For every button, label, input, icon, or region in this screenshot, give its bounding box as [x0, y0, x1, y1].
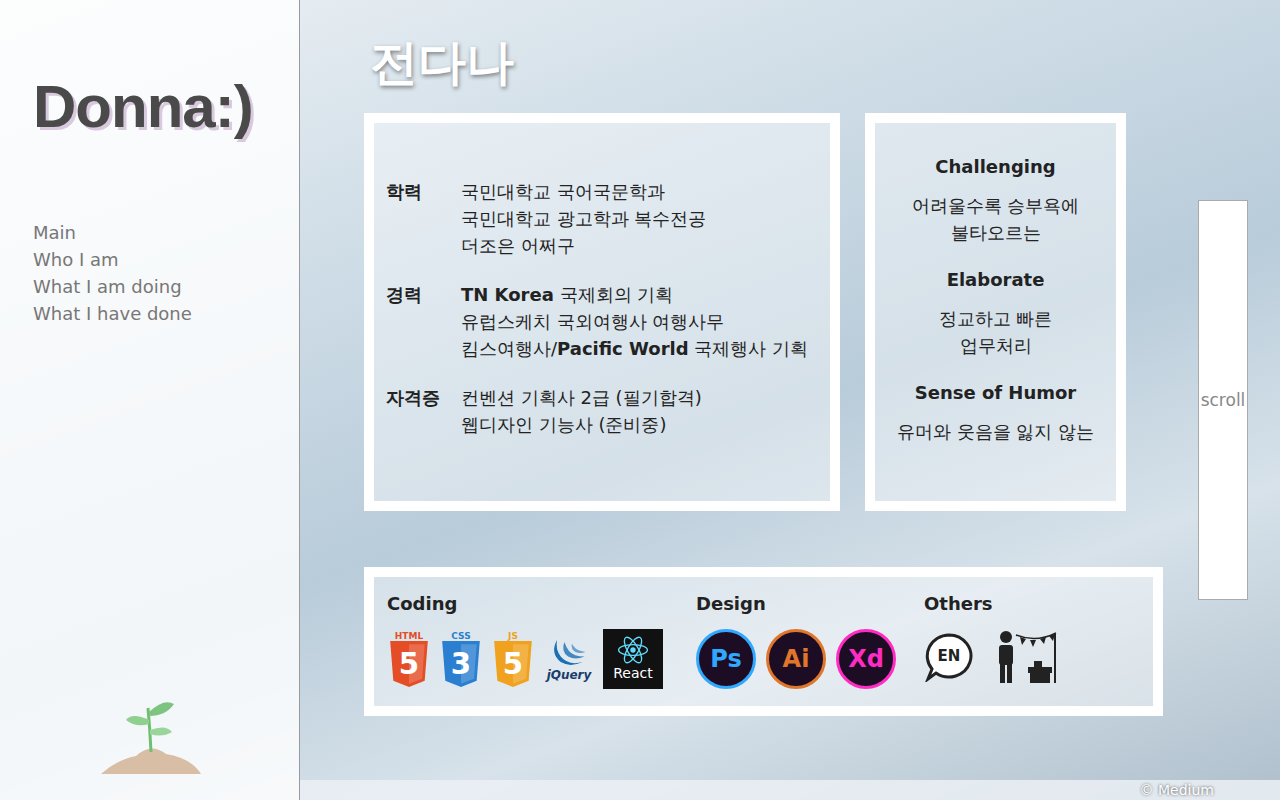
trait-desc: 어려울수록 승부욕에불타오르는 — [881, 192, 1110, 246]
skill-group-title: Design — [696, 591, 924, 617]
shield-icon: CSS3 — [439, 631, 483, 687]
skills-card: CodingHTML5CSS3JS5jQueryReactDesignPsAiX… — [364, 567, 1163, 716]
portfolio-page: Donna:) MainWho I amWhat I am doingWhat I… — [0, 0, 1280, 800]
trait-title: Elaborate — [881, 266, 1110, 293]
profile-values: 컨벤션 기획사 2급 (필기합격)웹디자인 기능사 (준비중) — [461, 384, 702, 438]
profile-values: TN Korea 국제회의 기획유럽스케치 국외여행사 여행사무킴스여행사/Pa… — [461, 281, 808, 362]
top-row: 학력국민대학교 국어국문학과국민대학교 광고학과 복수전공더조은 어쩌구경력TN… — [364, 113, 1163, 511]
jquery-icon: jQuery — [543, 636, 595, 682]
event-planner-icon — [992, 629, 1058, 685]
footer: © Medium — [300, 780, 1280, 800]
adobe-app-icon: Xd — [836, 629, 896, 689]
profile-line: TN Korea 국제회의 기획 — [461, 281, 808, 308]
skill-group-title: Others — [924, 591, 1058, 617]
speech-bubble-icon: EN — [924, 632, 974, 682]
trait: Sense of Humor 유머와 웃음을 잃지 않는 — [881, 379, 1110, 445]
svg-text:5: 5 — [503, 647, 523, 681]
svg-text:5: 5 — [399, 647, 419, 681]
trait-desc: 정교하고 빠른업무처리 — [881, 305, 1110, 359]
sidebar-item[interactable]: What I am doing — [33, 273, 299, 300]
profile-values: 국민대학교 국어국문학과국민대학교 광고학과 복수전공더조은 어쩌구 — [461, 178, 706, 259]
react-icon: React — [603, 629, 663, 689]
profile-line: 국민대학교 국어국문학과 — [461, 178, 706, 205]
skill-group: Coding HTML5CSS3JS5jQueryReact — [387, 591, 696, 696]
trait-title: Sense of Humor — [881, 379, 1110, 406]
sidebar-item[interactable]: What I have done — [33, 300, 299, 327]
traits-card: Challenging 어려울수록 승부욕에불타오르는 Elaborate 정교하고 … — [865, 113, 1126, 511]
profile-row: 경력TN Korea 국제회의 기획유럽스케치 국외여행사 여행사무킴스여행사/… — [386, 281, 820, 362]
logo[interactable]: Donna:) — [33, 72, 299, 142]
profile-label: 경력 — [386, 281, 461, 362]
svg-text:3: 3 — [451, 647, 471, 681]
profile-row: 학력국민대학교 국어국문학과국민대학교 광고학과 복수전공더조은 어쩌구 — [386, 178, 820, 259]
main-content: 전다나학력국민대학교 국어국문학과국민대학교 광고학과 복수전공더조은 어쩌구경… — [300, 0, 1280, 780]
skill-group-title: Coding — [387, 591, 696, 617]
profile-label: 자격증 — [386, 384, 461, 438]
skill-icons: PsAiXd — [696, 629, 924, 689]
profile-card: 학력국민대학교 국어국문학과국민대학교 광고학과 복수전공더조은 어쩌구경력TN… — [364, 113, 840, 511]
skill-group: Design PsAiXd — [696, 591, 924, 696]
adobe-app-icon: Ps — [696, 629, 756, 689]
content-column: 전다나학력국민대학교 국어국문학과국민대학교 광고학과 복수전공더조은 어쩌구경… — [364, 30, 1163, 780]
profile-line: 유럽스케치 국외여행사 여행사무 — [461, 308, 808, 335]
profile-line: 국민대학교 광고학과 복수전공 — [461, 205, 706, 232]
profile-line: 더조은 어쩌구 — [461, 232, 706, 259]
profile-line: 컨벤션 기획사 2급 (필기합격) — [461, 384, 702, 411]
profile-label: 학력 — [386, 178, 461, 259]
sidebar-item[interactable]: Main — [33, 219, 299, 246]
shield-icon: JS5 — [491, 631, 535, 687]
profile-row: 자격증컨벤션 기획사 2급 (필기합격)웹디자인 기능사 (준비중) — [386, 384, 820, 438]
profile-line: 웹디자인 기능사 (준비중) — [461, 411, 702, 438]
skill-icons: HTML5CSS3JS5jQueryReact — [387, 629, 696, 689]
sprout-icon — [96, 690, 206, 780]
trait-desc: 유머와 웃음을 잃지 않는 — [881, 418, 1110, 445]
scroll-indicator[interactable]: scroll — [1198, 200, 1248, 600]
trait-title: Challenging — [881, 153, 1110, 180]
page-title: 전다나 — [370, 30, 1163, 95]
sidebar-nav: MainWho I amWhat I am doingWhat I have d… — [33, 219, 299, 327]
sidebar: Donna:) MainWho I amWhat I am doingWhat I… — [0, 0, 300, 800]
main-area: 전다나학력국민대학교 국어국문학과국민대학교 광고학과 복수전공더조은 어쩌구경… — [300, 0, 1280, 800]
shield-icon: HTML5 — [387, 631, 431, 687]
trait: Elaborate 정교하고 빠른업무처리 — [881, 266, 1110, 359]
adobe-app-icon: Ai — [766, 629, 826, 689]
skill-icons: EN — [924, 629, 1058, 685]
photo-credit: © Medium — [1140, 782, 1214, 798]
skill-group: Others EN — [924, 591, 1058, 696]
profile-line: 킴스여행사/Pacific World 국제행사 기획 — [461, 335, 808, 362]
trait: Challenging 어려울수록 승부욕에불타오르는 — [881, 153, 1110, 246]
sidebar-item[interactable]: Who I am — [33, 246, 299, 273]
